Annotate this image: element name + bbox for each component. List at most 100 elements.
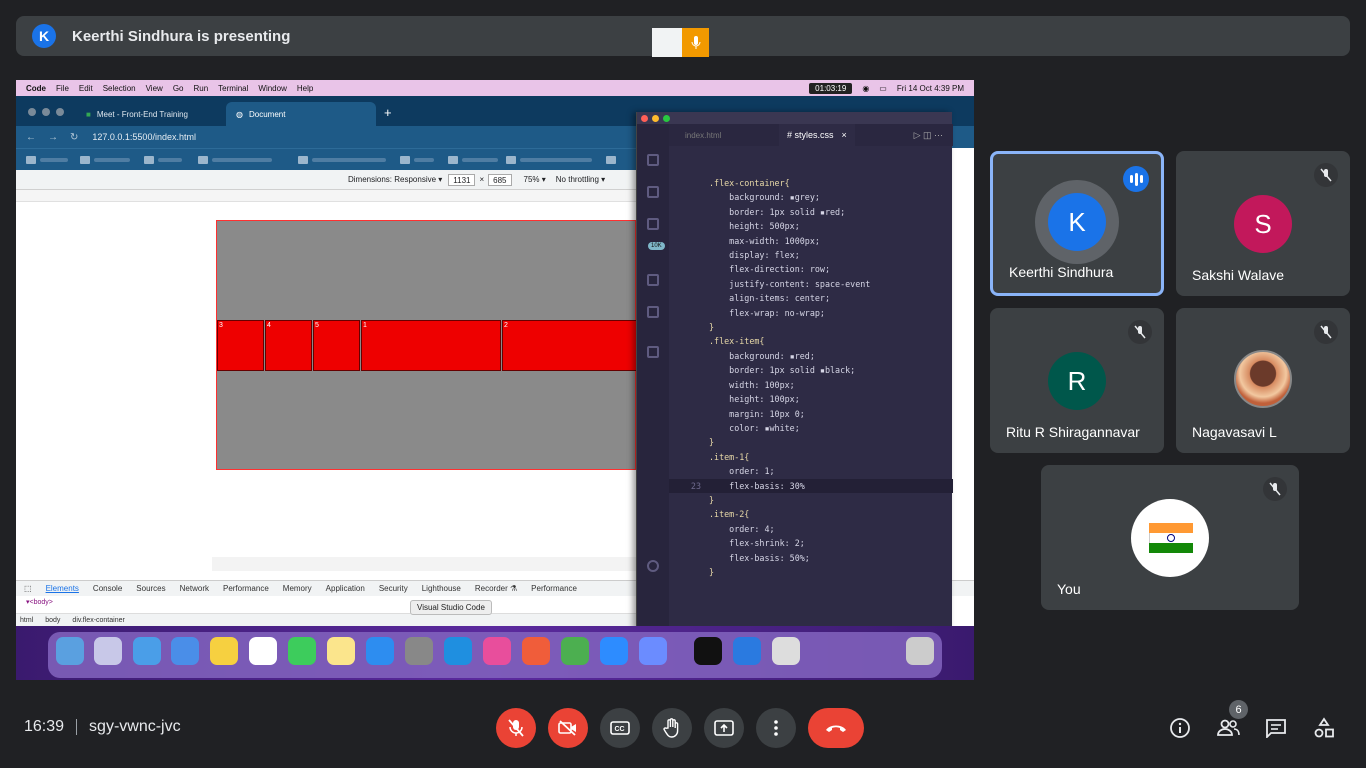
menubar-item[interactable]: Help	[297, 84, 313, 93]
tab-document[interactable]: ◍ Document	[226, 102, 376, 126]
tab-styles-css[interactable]: # styles.css ×	[779, 124, 855, 146]
breadcrumb-item[interactable]: div.flex-container	[72, 617, 124, 624]
calendar-icon[interactable]	[249, 637, 277, 665]
slack-icon[interactable]	[483, 637, 511, 665]
mic-toggle-button[interactable]	[496, 708, 536, 748]
meeting-code: sgy-vwnc-jvc	[89, 718, 181, 735]
launchpad-icon[interactable]	[94, 637, 122, 665]
clock: 16:39	[24, 718, 65, 735]
mic-icon	[682, 28, 709, 57]
zoom-icon[interactable]	[600, 637, 628, 665]
width-input[interactable]: 1131	[448, 173, 476, 186]
new-tab-button[interactable]: +	[384, 105, 392, 120]
breadcrumb-item[interactable]: body	[45, 617, 60, 624]
search-icon[interactable]	[647, 186, 659, 198]
menubar-item[interactable]: Edit	[79, 84, 93, 93]
tile-ritu[interactable]: R Ritu R Shiragannavar	[990, 308, 1164, 453]
forward-icon: →	[48, 131, 58, 143]
app-icon[interactable]	[733, 637, 761, 665]
camera-off-icon	[558, 720, 576, 736]
chat-button[interactable]	[1262, 714, 1290, 742]
devtools-tab[interactable]: Elements	[46, 584, 79, 593]
photos-icon[interactable]	[210, 637, 238, 665]
inspect-icon[interactable]: ⬚	[24, 584, 32, 593]
tile-you[interactable]: You	[1041, 465, 1299, 610]
meeting-details-button[interactable]	[1166, 714, 1194, 742]
facetime-icon[interactable]	[288, 637, 316, 665]
flex-container-render: 3 4 5 1 2	[216, 220, 637, 470]
code-line: .item-1{	[709, 451, 750, 462]
menubar-item[interactable]: Terminal	[218, 84, 248, 93]
device-toolbar: Dimensions: Responsive ▾ 1131 × 685 75% …	[16, 170, 636, 190]
chrome-icon[interactable]	[561, 637, 589, 665]
devtools-tab[interactable]: Lighthouse	[422, 584, 461, 593]
finder-icon[interactable]	[56, 637, 84, 665]
devtools-tab[interactable]: Sources	[136, 584, 165, 593]
extensions-icon[interactable]	[647, 306, 659, 318]
menubar-item[interactable]: Code	[26, 84, 46, 93]
remote-icon[interactable]	[647, 346, 659, 358]
throttling-select[interactable]: No throttling ▾	[556, 175, 605, 184]
devtools-tab[interactable]: Performance	[223, 584, 269, 593]
self-preview-mini[interactable]	[652, 28, 709, 57]
vscode-dock-icon[interactable]	[444, 637, 472, 665]
menubar-item[interactable]: Go	[173, 84, 184, 93]
run-debug-icon[interactable]	[647, 274, 659, 286]
tab-index-html[interactable]: index.html	[669, 131, 779, 140]
close-icon[interactable]: ×	[842, 130, 847, 140]
devtools-tab[interactable]: Performance	[531, 584, 577, 593]
code-line: flex-basis: 50%;	[709, 552, 810, 563]
source-control-icon[interactable]	[647, 218, 659, 230]
zoom-select[interactable]: 75% ▾	[524, 175, 546, 184]
pen-icon[interactable]	[522, 637, 550, 665]
trash-icon[interactable]	[906, 637, 934, 665]
code-line: display: flex;	[709, 250, 800, 261]
safari-icon[interactable]	[133, 637, 161, 665]
url-text: 127.0.0.1:5500/index.html	[92, 132, 196, 142]
devtools-tab[interactable]: Application	[326, 584, 365, 593]
hand-icon	[663, 718, 679, 738]
account-icon[interactable]	[647, 560, 659, 572]
tile-sakshi[interactable]: S Sakshi Walave	[1176, 151, 1350, 296]
code-line: height: 500px;	[709, 221, 800, 232]
devtools-tab[interactable]: Network	[180, 584, 209, 593]
tile-nagavasavi[interactable]: Nagavasavi L	[1176, 308, 1350, 453]
more-options-button[interactable]	[756, 708, 796, 748]
devtools-tab[interactable]: Recorder ⚗	[475, 584, 517, 593]
menubar-item[interactable]: File	[56, 84, 69, 93]
devtools-tab[interactable]: Security	[379, 584, 408, 593]
breadcrumb-item[interactable]: html	[20, 617, 33, 624]
appstore-icon[interactable]	[366, 637, 394, 665]
dimensions-select[interactable]: Dimensions: Responsive ▾	[348, 175, 442, 184]
notes-icon[interactable]	[327, 637, 355, 665]
code-line: .flex-item{	[709, 336, 765, 347]
code-line: 23 flex-basis: 30%	[669, 478, 953, 493]
menubar-item[interactable]: Run	[193, 84, 208, 93]
raise-hand-button[interactable]	[652, 708, 692, 748]
devtools-tab[interactable]: Console	[93, 584, 122, 593]
mail-icon[interactable]	[171, 637, 199, 665]
resize-handle[interactable]	[212, 557, 636, 571]
menubar-item[interactable]: Selection	[103, 84, 136, 93]
menubar-item[interactable]: View	[146, 84, 163, 93]
tab-meet[interactable]: ■ Meet - Front-End Training	[76, 102, 226, 126]
code-line: }	[709, 494, 715, 505]
code-editor[interactable]: .flex-container{ background: ▪grey; bord…	[669, 176, 953, 579]
explorer-icon[interactable]	[647, 154, 659, 166]
height-input[interactable]: 685	[488, 173, 512, 186]
teams-icon[interactable]	[639, 637, 667, 665]
mic-off-icon	[1128, 320, 1152, 344]
settings-icon[interactable]	[405, 637, 433, 665]
captions-button[interactable]: CC	[600, 708, 640, 748]
leave-call-button[interactable]	[808, 708, 864, 748]
tile-keerthi[interactable]: K Keerthi Sindhura	[990, 151, 1164, 296]
preview-icon[interactable]	[772, 637, 800, 665]
terminal-icon[interactable]	[694, 637, 722, 665]
menubar-item[interactable]: Window	[258, 84, 286, 93]
camera-toggle-button[interactable]	[548, 708, 588, 748]
present-button[interactable]	[704, 708, 744, 748]
activities-button[interactable]	[1310, 714, 1338, 742]
participant-name: Ritu R Shiragannavar	[1006, 424, 1140, 440]
run-icon[interactable]: ▷ ◫ ⋯	[914, 130, 943, 141]
devtools-tab[interactable]: Memory	[283, 584, 312, 593]
